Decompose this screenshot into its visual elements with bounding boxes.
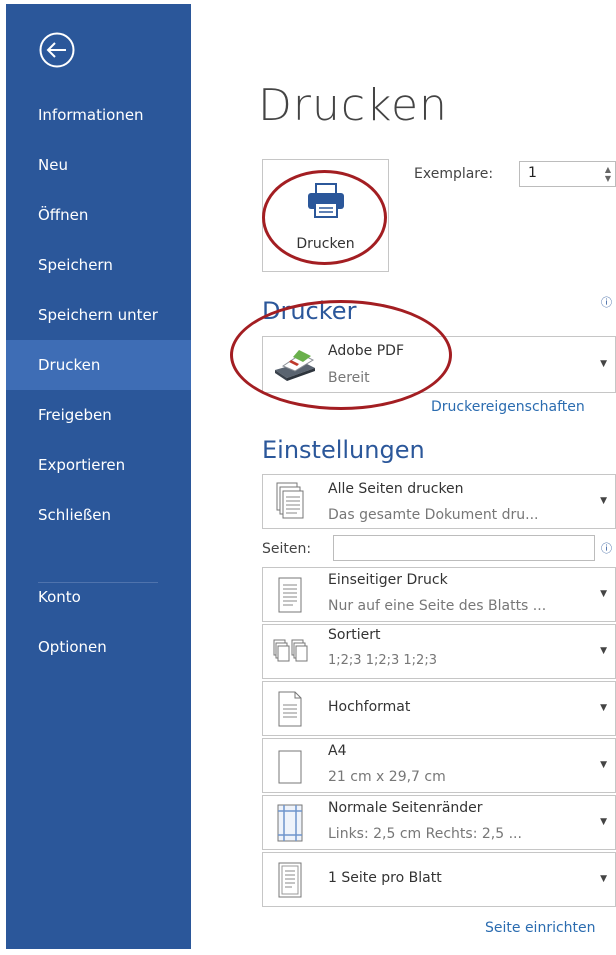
orientation-dropdown[interactable]: Hochformat ▼	[262, 681, 616, 736]
backstage-sidebar: Informationen Neu Öffnen Speichern Speic…	[6, 4, 191, 949]
info-icon[interactable]: ⓘ	[601, 294, 612, 310]
pages-per-sheet-title: 1 Seite pro Blatt	[328, 870, 442, 886]
collation-title: Sortiert	[328, 627, 381, 643]
back-button[interactable]	[38, 31, 76, 69]
page-setup-link[interactable]: Seite einrichten	[485, 920, 596, 936]
nav-exportieren[interactable]: Exportieren	[6, 440, 191, 490]
pages-input[interactable]	[333, 535, 595, 561]
nav-drucken[interactable]: Drucken	[6, 340, 191, 390]
nav-freigeben[interactable]: Freigeben	[6, 390, 191, 440]
nav-neu[interactable]: Neu	[6, 140, 191, 190]
chevron-down-icon: ▼	[600, 817, 607, 827]
collation-dropdown[interactable]: Sortiert 1;2;3 1;2;3 1;2;3 ▼	[262, 624, 616, 679]
nav-konto[interactable]: Konto	[6, 572, 191, 622]
copies-label: Exemplare:	[414, 166, 494, 182]
print-range-title: Alle Seiten drucken	[328, 481, 464, 497]
nav-speichern-unter[interactable]: Speichern unter	[6, 290, 191, 340]
info-icon[interactable]: ⓘ	[601, 540, 612, 556]
margins-dropdown[interactable]: Normale Seitenränder Links: 2,5 cm Recht…	[262, 795, 616, 850]
page-title: Drucken	[258, 80, 448, 131]
chevron-down-icon: ▼	[600, 703, 607, 713]
sides-subtitle: Nur auf eine Seite des Blatts ...	[328, 598, 547, 614]
nav-oeffnen[interactable]: Öffnen	[6, 190, 191, 240]
settings-heading: Einstellungen	[262, 436, 425, 464]
pages-per-sheet-dropdown[interactable]: 1 Seite pro Blatt ▼	[262, 852, 616, 907]
chevron-down-icon: ▼	[600, 874, 607, 884]
back-arrow-icon	[39, 32, 75, 68]
spin-down-icon[interactable]: ▼	[605, 174, 611, 183]
paper-size-icon	[278, 750, 302, 784]
sides-title: Einseitiger Druck	[328, 572, 448, 588]
chevron-down-icon: ▼	[600, 359, 607, 369]
pages-label: Seiten:	[262, 541, 312, 557]
single-sided-icon	[278, 577, 302, 613]
margins-title: Normale Seitenränder	[328, 800, 483, 816]
print-range-subtitle: Das gesamte Dokument dru...	[328, 507, 539, 523]
nav-schliessen[interactable]: Schließen	[6, 490, 191, 540]
margins-subtitle: Links: 2,5 cm Rechts: 2,5 ...	[328, 826, 522, 842]
nav-speichern[interactable]: Speichern	[6, 240, 191, 290]
margins-icon	[277, 804, 303, 842]
all-pages-icon	[276, 482, 304, 519]
annotation-circle-printer	[230, 300, 452, 410]
paper-size-title: A4	[328, 743, 347, 759]
chevron-down-icon: ▼	[600, 496, 607, 506]
nav-optionen[interactable]: Optionen	[6, 622, 191, 672]
chevron-down-icon: ▼	[600, 646, 607, 656]
chevron-down-icon: ▼	[600, 589, 607, 599]
print-range-dropdown[interactable]: Alle Seiten drucken Das gesamte Dokument…	[262, 474, 616, 529]
spin-up-icon[interactable]: ▲	[605, 165, 611, 174]
sides-dropdown[interactable]: Einseitiger Druck Nur auf eine Seite des…	[262, 567, 616, 622]
portrait-icon	[278, 691, 302, 727]
annotation-circle-print	[262, 170, 387, 265]
collation-subtitle: 1;2;3 1;2;3 1;2;3	[328, 653, 437, 668]
orientation-title: Hochformat	[328, 699, 411, 715]
collated-icon	[273, 639, 308, 662]
printer-properties-link[interactable]: Druckereigenschaften	[431, 399, 585, 415]
paper-size-subtitle: 21 cm x 29,7 cm	[328, 769, 446, 785]
copies-input[interactable]: 1 ▲ ▼	[519, 161, 616, 187]
copies-value: 1	[528, 165, 537, 181]
nav-informationen[interactable]: Informationen	[6, 90, 191, 140]
paper-size-dropdown[interactable]: A4 21 cm x 29,7 cm ▼	[262, 738, 616, 793]
pages-per-sheet-icon	[278, 862, 302, 898]
chevron-down-icon: ▼	[600, 760, 607, 770]
copies-spinner[interactable]: ▲ ▼	[605, 165, 611, 183]
